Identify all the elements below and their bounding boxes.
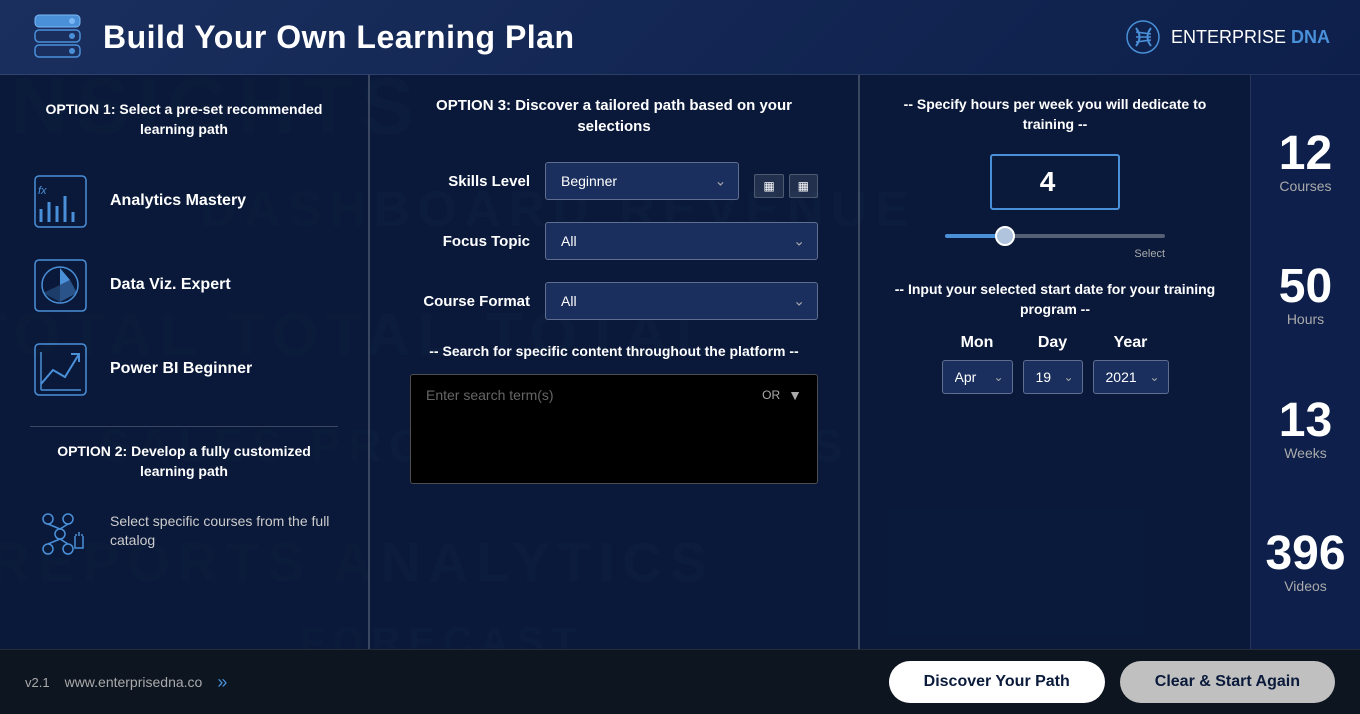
skills-level-select[interactable]: Beginner Intermediate Advanced	[546, 163, 738, 199]
stats-panel: 12 Courses 50 Hours 13 Weeks 396 Videos	[1250, 75, 1360, 649]
courses-number: 12	[1279, 130, 1332, 178]
discover-path-button[interactable]: Discover Your Path	[889, 661, 1105, 703]
catalog-item[interactable]: Select specific courses from the full ca…	[30, 501, 338, 561]
focus-topic-label: Focus Topic	[410, 233, 530, 250]
videos-number: 396	[1265, 530, 1345, 578]
course-format-select-wrapper[interactable]: All Video Course Learning Path ⌄	[545, 282, 818, 320]
year-label: Year	[1114, 334, 1148, 352]
focus-topic-row: Focus Topic All Power BI DAX Power Query…	[410, 222, 818, 260]
month-select-wrapper[interactable]: JanFebMar AprMayJun JulAugSep OctNovDec …	[942, 360, 1013, 394]
data-viz-icon	[30, 255, 90, 315]
catalog-icon	[30, 501, 90, 561]
videos-label: Videos	[1265, 578, 1345, 594]
select-label: Select	[945, 248, 1165, 260]
header: Build Your Own Learning Plan ENTERPRISE …	[0, 0, 1360, 75]
year-col: Year 20212022 202320242025 ⌄	[1093, 334, 1169, 394]
day-col: Day 1234 51015 19202531 ⌄	[1023, 334, 1083, 394]
right-panel: -- Specify hours per week you will dedic…	[860, 75, 1250, 649]
search-placeholder-text: Enter search term(s)	[426, 387, 554, 403]
header-left: Build Your Own Learning Plan	[30, 10, 575, 65]
footer-left: v2.1 www.enterprisedna.co »	[25, 672, 227, 693]
hours-stat: 50 Hours	[1279, 263, 1332, 327]
hours-label: Hours	[1279, 311, 1332, 327]
website-text: www.enterprisedna.co	[65, 674, 203, 690]
day-label: Day	[1038, 334, 1067, 352]
panel-divider	[30, 426, 338, 427]
page-title: Build Your Own Learning Plan	[103, 19, 575, 56]
courses-stat: 12 Courses	[1279, 130, 1332, 194]
left-panel: OPTION 1: Select a pre-set recommended l…	[0, 75, 370, 649]
data-viz-label: Data Viz. Expert	[110, 276, 231, 294]
power-bi-icon	[30, 339, 90, 399]
grid-icon-btn[interactable]: ▦	[789, 174, 818, 198]
slider-container: Select	[945, 225, 1165, 260]
skills-level-label: Skills Level	[410, 173, 530, 190]
weeks-label: Weeks	[1279, 445, 1332, 461]
date-heading: -- Input your selected start date for yo…	[885, 280, 1225, 319]
analytics-mastery-label: Analytics Mastery	[110, 192, 246, 210]
footer-arrows-icon: »	[217, 672, 227, 693]
search-box[interactable]: Enter search term(s) OR ▼	[410, 374, 818, 484]
option3-heading: OPTION 3: Discover a tailored path based…	[410, 95, 818, 137]
main-content: OPTION 1: Select a pre-set recommended l…	[0, 75, 1360, 649]
search-heading: -- Search for specific content throughou…	[410, 342, 818, 362]
logo-text: ENTERPRISE DNA	[1171, 27, 1330, 48]
filter-icons: ▦ ▦	[754, 174, 818, 200]
focus-topic-select[interactable]: All Power BI DAX Power Query Excel	[546, 223, 817, 259]
power-bi-label: Power BI Beginner	[110, 360, 252, 378]
weeks-stat: 13 Weeks	[1279, 397, 1332, 461]
hours-number-input[interactable]	[990, 154, 1120, 210]
database-icon	[30, 10, 85, 65]
option2-heading: OPTION 2: Develop a fully customized lea…	[30, 442, 338, 481]
courses-label: Courses	[1279, 178, 1332, 194]
footer: v2.1 www.enterprisedna.co » Discover You…	[0, 649, 1360, 714]
analytics-mastery-item[interactable]: fx Analytics Mastery	[30, 159, 338, 243]
hours-input-area: Select	[885, 154, 1225, 260]
middle-panel: OPTION 3: Discover a tailored path based…	[370, 75, 860, 649]
weeks-number: 13	[1279, 397, 1332, 445]
day-select[interactable]: 1234 51015 19202531	[1024, 361, 1082, 393]
year-select-wrapper[interactable]: 20212022 202320242025 ⌄	[1093, 360, 1169, 394]
skills-level-select-wrapper[interactable]: Beginner Intermediate Advanced ⌄	[545, 162, 739, 200]
footer-buttons: Discover Your Path Clear & Start Again	[889, 661, 1335, 703]
power-bi-item[interactable]: Power BI Beginner	[30, 327, 338, 411]
enterprise-dna-logo: ENTERPRISE DNA	[1126, 20, 1330, 55]
date-row: Mon JanFebMar AprMayJun JulAugSep OctNov…	[885, 334, 1225, 394]
course-format-row: Course Format All Video Course Learning …	[410, 282, 818, 320]
hours-number: 50	[1279, 263, 1332, 311]
or-text: OR	[762, 388, 780, 402]
month-col: Mon JanFebMar AprMayJun JulAugSep OctNov…	[942, 334, 1013, 394]
hours-slider[interactable]	[945, 234, 1165, 238]
svg-text:fx: fx	[38, 185, 47, 197]
day-select-wrapper[interactable]: 1234 51015 19202531 ⌄	[1023, 360, 1083, 394]
mon-label: Mon	[961, 334, 994, 352]
hours-heading: -- Specify hours per week you will dedic…	[885, 95, 1225, 134]
search-tools: OR ▼	[762, 387, 802, 403]
option1-heading: OPTION 1: Select a pre-set recommended l…	[30, 100, 338, 139]
skills-level-row: Skills Level Beginner Intermediate Advan…	[410, 162, 818, 200]
course-format-select[interactable]: All Video Course Learning Path	[546, 283, 817, 319]
version-text: v2.1	[25, 675, 50, 690]
dna-logo-icon	[1126, 20, 1161, 55]
clear-start-again-button[interactable]: Clear & Start Again	[1120, 661, 1335, 703]
course-format-label: Course Format	[410, 293, 530, 310]
catalog-text: Select specific courses from the full ca…	[110, 512, 338, 551]
analytics-mastery-icon: fx	[30, 171, 90, 231]
filter-funnel-icon[interactable]: ▼	[788, 387, 802, 403]
month-select[interactable]: JanFebMar AprMayJun JulAugSep OctNovDec	[943, 361, 1012, 393]
videos-stat: 396 Videos	[1265, 530, 1345, 594]
focus-topic-select-wrapper[interactable]: All Power BI DAX Power Query Excel ⌄	[545, 222, 818, 260]
filter-icon-btn[interactable]: ▦	[754, 174, 783, 198]
data-viz-item[interactable]: Data Viz. Expert	[30, 243, 338, 327]
year-select[interactable]: 20212022 202320242025	[1094, 361, 1168, 393]
